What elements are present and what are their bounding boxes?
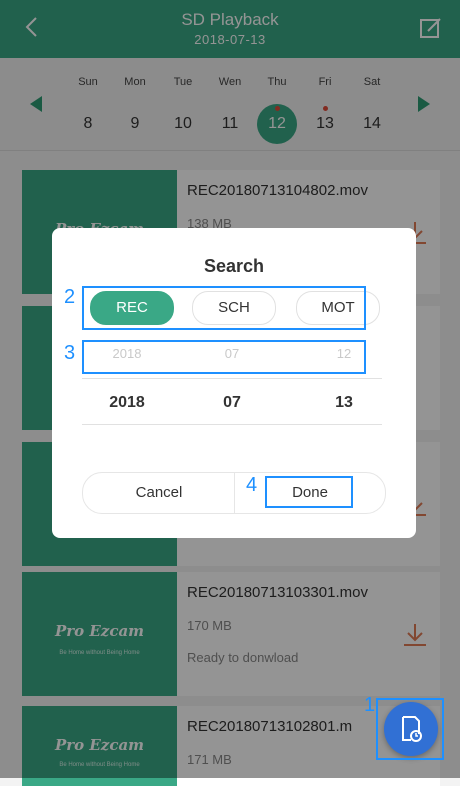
picker-year: 2018 — [109, 394, 145, 411]
callout-3: 3 — [64, 342, 76, 364]
callout-1: 1 — [364, 694, 376, 716]
picker-highlight — [82, 340, 366, 374]
dialog-title: Search — [203, 256, 265, 276]
picker-divider — [82, 424, 382, 425]
picker-day: 13 — [335, 394, 353, 411]
picker-divider — [82, 378, 382, 379]
callout-4: 4 — [246, 474, 258, 496]
cancel-button[interactable]: Cancel — [82, 472, 236, 514]
done-highlight — [265, 476, 353, 508]
type-selector-highlight — [82, 286, 366, 330]
callout-2: 2 — [64, 286, 76, 308]
search-dialog: Search REC SCH MOT 2018 07 12 2018 07 13… — [52, 228, 416, 538]
fab-highlight — [376, 698, 444, 760]
picker-month: 07 — [223, 394, 241, 411]
